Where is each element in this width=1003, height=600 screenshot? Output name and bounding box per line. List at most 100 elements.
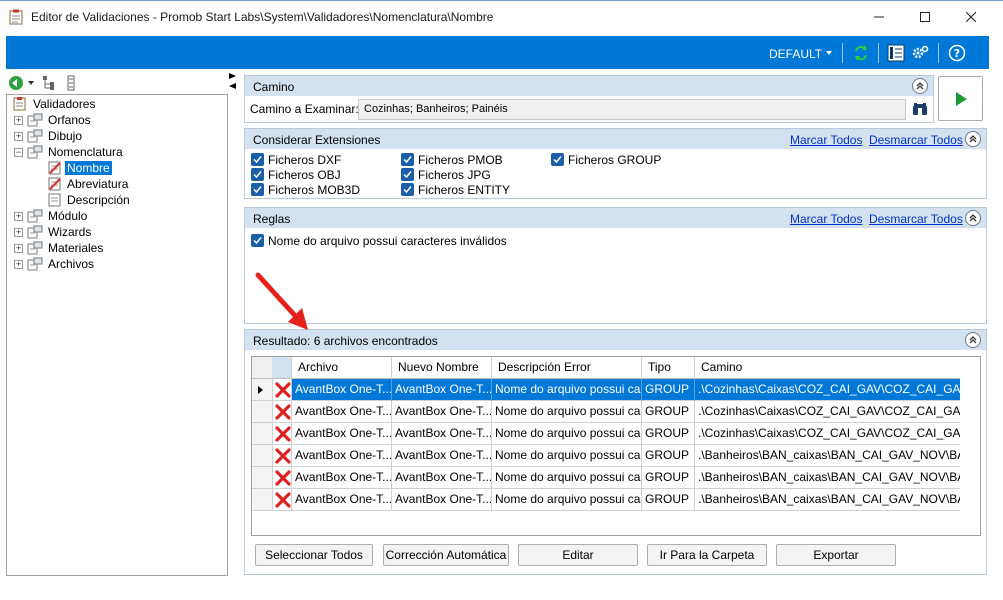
collapse-icon[interactable] bbox=[965, 210, 981, 226]
table-row[interactable]: AvantBox One-T... AvantBox One-T... Nome d… bbox=[252, 489, 980, 511]
column-header-tipo[interactable]: Tipo bbox=[642, 357, 695, 379]
cell-nuevo-nombre[interactable]: AvantBox One-T... bbox=[392, 445, 492, 467]
tree-item-nomenclatura[interactable]: − Nomenclatura bbox=[14, 144, 125, 160]
refresh-icon[interactable] bbox=[852, 44, 870, 62]
column-header-camino[interactable]: Camino bbox=[695, 357, 960, 379]
expand-icon[interactable]: + bbox=[14, 211, 23, 221]
tree-item-nombre[interactable]: Nombre bbox=[48, 160, 112, 176]
cell-archivo[interactable]: AvantBox One-T... bbox=[292, 401, 392, 423]
auto-fix-button[interactable]: Corrección Automática bbox=[383, 544, 509, 566]
gear-icon[interactable] bbox=[911, 44, 929, 62]
cell-descripcion-error[interactable]: Nome do arquivo possui car... bbox=[492, 445, 642, 467]
cell-archivo[interactable]: AvantBox One-T... bbox=[292, 489, 392, 511]
collapse-icon[interactable] bbox=[912, 78, 928, 94]
row-header[interactable] bbox=[252, 401, 292, 423]
cell-camino[interactable]: .\Cozinhas\Caixas\COZ_CAI_GAV\COZ_CAI_GA… bbox=[695, 379, 960, 401]
go-to-folder-button[interactable]: Ir Para la Carpeta bbox=[647, 544, 767, 566]
tree-item-abreviatura[interactable]: Abreviatura bbox=[48, 176, 130, 192]
checkbox-pmob[interactable]: Ficheros PMOB bbox=[401, 152, 503, 167]
cell-camino[interactable]: .\Cozinhas\Caixas\COZ_CAI_GAV\COZ_CAI_GA… bbox=[695, 423, 960, 445]
mark-all-rules-link[interactable]: Marcar Todos bbox=[790, 212, 862, 226]
run-button[interactable] bbox=[938, 76, 983, 121]
cell-nuevo-nombre[interactable]: AvantBox One-T... bbox=[392, 401, 492, 423]
profile-dropdown[interactable]: DEFAULT bbox=[769, 47, 822, 61]
cell-nuevo-nombre[interactable]: AvantBox One-T... bbox=[392, 423, 492, 445]
splitter-arrows-icon[interactable] bbox=[229, 72, 237, 92]
cell-tipo[interactable]: GROUP bbox=[642, 489, 695, 511]
checkbox-group[interactable]: Ficheros GROUP bbox=[551, 152, 661, 167]
table-row[interactable]: AvantBox One-T... AvantBox One-T... Nome d… bbox=[252, 423, 980, 445]
expand-icon[interactable]: + bbox=[14, 227, 23, 237]
row-header[interactable] bbox=[252, 489, 292, 511]
cell-camino[interactable]: .\Banheiros\BAN_caixas\BAN_CAI_GAV_NOV\B… bbox=[695, 489, 960, 511]
checkbox-rule-invalid-chars[interactable]: Nome do arquivo possui caracteres inváli… bbox=[251, 233, 507, 248]
cell-tipo[interactable]: GROUP bbox=[642, 467, 695, 489]
table-row[interactable]: AvantBox One-T... AvantBox One-T... Nome d… bbox=[252, 379, 980, 401]
tree-item-validadores[interactable]: Validadores bbox=[12, 96, 97, 112]
collapse-icon[interactable] bbox=[965, 131, 981, 147]
expand-icon[interactable]: + bbox=[14, 131, 23, 141]
select-all-button[interactable]: Seleccionar Todos bbox=[255, 544, 373, 566]
row-header[interactable] bbox=[252, 467, 292, 489]
checkbox-obj[interactable]: Ficheros OBJ bbox=[251, 167, 341, 182]
tree-item-dibujo[interactable]: + Dibujo bbox=[14, 128, 84, 144]
column-header-nuevo-nombre[interactable]: Nuevo Nombre bbox=[392, 357, 492, 379]
collapse-tree-icon[interactable] bbox=[66, 75, 76, 91]
cell-nuevo-nombre[interactable]: AvantBox One-T... bbox=[392, 489, 492, 511]
row-header[interactable] bbox=[252, 445, 292, 467]
chevron-down-icon[interactable] bbox=[826, 51, 832, 55]
checkbox-jpg[interactable]: Ficheros JPG bbox=[401, 167, 491, 182]
tree-item-materiales[interactable]: + Materiales bbox=[14, 240, 105, 256]
table-row[interactable]: AvantBox One-T... AvantBox One-T... Nome d… bbox=[252, 445, 980, 467]
cell-descripcion-error[interactable]: Nome do arquivo possui car... bbox=[492, 401, 642, 423]
help-icon[interactable]: ? bbox=[948, 44, 966, 62]
cell-tipo[interactable]: GROUP bbox=[642, 379, 695, 401]
row-header[interactable] bbox=[252, 423, 292, 445]
cell-archivo[interactable]: AvantBox One-T... bbox=[292, 445, 392, 467]
collapse-icon[interactable]: − bbox=[14, 147, 23, 157]
chevron-down-icon[interactable] bbox=[28, 81, 34, 85]
cell-descripcion-error[interactable]: Nome do arquivo possui car... bbox=[492, 467, 642, 489]
close-button[interactable] bbox=[948, 1, 994, 33]
expand-icon[interactable]: + bbox=[14, 115, 23, 125]
tree-item-descripcion[interactable]: Descripción bbox=[48, 192, 132, 208]
maximize-button[interactable] bbox=[902, 1, 948, 33]
cell-tipo[interactable]: GROUP bbox=[642, 401, 695, 423]
tree-item-archivos[interactable]: + Archivos bbox=[14, 256, 96, 272]
cell-descripcion-error[interactable]: Nome do arquivo possui car... bbox=[492, 379, 642, 401]
mark-all-extensions-link[interactable]: Marcar Todos bbox=[790, 133, 862, 147]
cell-camino[interactable]: .\Banheiros\BAN_caixas\BAN_CAI_GAV_NOV\B… bbox=[695, 467, 960, 489]
cell-nuevo-nombre[interactable]: AvantBox One-T... bbox=[392, 467, 492, 489]
cell-descripcion-error[interactable]: Nome do arquivo possui car... bbox=[492, 489, 642, 511]
back-icon[interactable] bbox=[8, 75, 24, 91]
cell-descripcion-error[interactable]: Nome do arquivo possui car... bbox=[492, 423, 642, 445]
export-button[interactable]: Exportar bbox=[776, 544, 896, 566]
tree-item-orfanos[interactable]: + Orfanos bbox=[14, 112, 93, 128]
column-header-descripcion-error[interactable]: Descripción Error bbox=[492, 357, 642, 379]
minimize-button[interactable] bbox=[856, 1, 902, 33]
unmark-all-rules-link[interactable]: Desmarcar Todos bbox=[869, 212, 963, 226]
cell-archivo[interactable]: AvantBox One-T... bbox=[292, 467, 392, 489]
tree-item-modulo[interactable]: + Módulo bbox=[14, 208, 89, 224]
cell-tipo[interactable]: GROUP bbox=[642, 423, 695, 445]
checkbox-mob3d[interactable]: Ficheros MOB3D bbox=[251, 182, 360, 197]
cell-nuevo-nombre[interactable]: AvantBox One-T... bbox=[392, 379, 492, 401]
table-row[interactable]: AvantBox One-T... AvantBox One-T... Nome d… bbox=[252, 401, 980, 423]
browse-button[interactable] bbox=[909, 98, 931, 120]
collapse-icon[interactable] bbox=[965, 332, 981, 348]
cell-camino[interactable]: .\Cozinhas\Caixas\COZ_CAI_GAV\COZ_CAI_GA… bbox=[695, 401, 960, 423]
status-column-header[interactable] bbox=[272, 357, 292, 379]
expand-icon[interactable]: + bbox=[14, 259, 23, 269]
cell-archivo[interactable]: AvantBox One-T... bbox=[292, 423, 392, 445]
column-header-archivo[interactable]: Archivo bbox=[292, 357, 392, 379]
cell-tipo[interactable]: GROUP bbox=[642, 445, 695, 467]
list-view-icon[interactable] bbox=[887, 44, 905, 62]
expand-icon[interactable]: + bbox=[14, 243, 23, 253]
checkbox-entity[interactable]: Ficheros ENTITY bbox=[401, 182, 510, 197]
edit-button[interactable]: Editar bbox=[518, 544, 638, 566]
row-header[interactable] bbox=[252, 379, 292, 401]
hierarchy-icon[interactable] bbox=[42, 75, 56, 91]
table-row[interactable]: AvantBox One-T... AvantBox One-T... Nome d… bbox=[252, 467, 980, 489]
unmark-all-extensions-link[interactable]: Desmarcar Todos bbox=[869, 133, 963, 147]
tree-item-wizards[interactable]: + Wizards bbox=[14, 224, 93, 240]
